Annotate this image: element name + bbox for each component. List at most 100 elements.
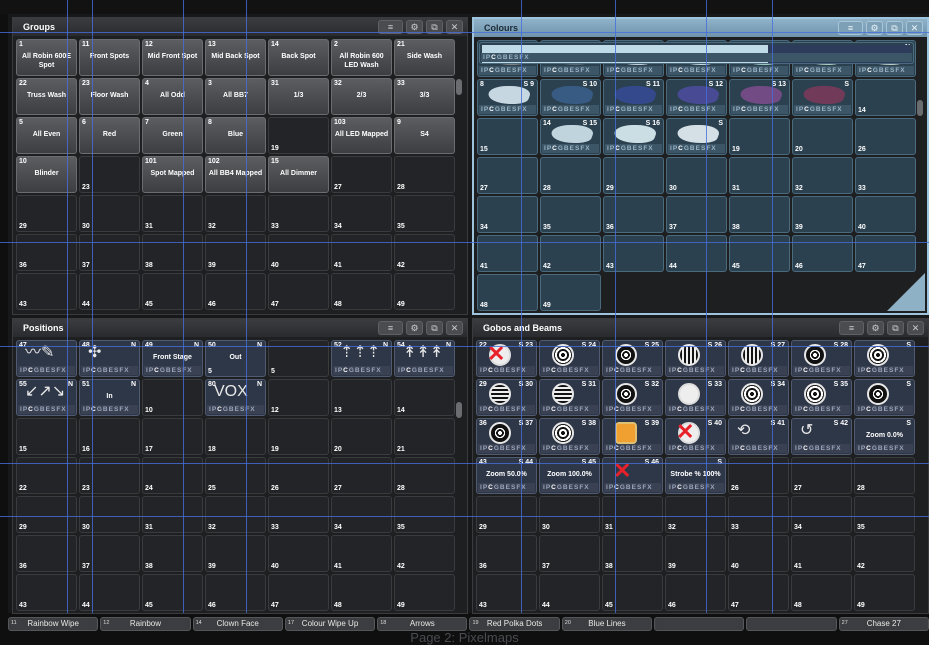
gobos-cell[interactable]: S 33 IPCGBESFX [665,379,726,416]
positions-cell[interactable]: 47 〰✎ IPCGBESFX [16,340,77,377]
colours-cell[interactable]: 35 [540,196,601,233]
positions-cell[interactable]: 48 [331,574,392,611]
groups-cell[interactable]: 42 [394,234,455,271]
colours-cell[interactable]: 34 [477,196,538,233]
positions-cell[interactable]: 36 [16,535,77,572]
playback-button[interactable] [654,617,745,631]
list-icon[interactable]: ≡ [378,20,403,34]
gobos-cell[interactable]: 44 [539,574,600,611]
colours-cell[interactable]: 47 [855,235,916,272]
gobos-cell[interactable]: S Zoom 0.0% IPCGBESFX [854,418,915,455]
groups-cell[interactable]: 13 Mid Back Spot [205,39,266,76]
gobos-cell[interactable]: 36 [476,535,537,572]
positions-cell[interactable]: 33 [268,496,329,533]
playback-button[interactable]: 12 Rainbow [100,617,191,631]
positions-cell[interactable]: 22 [16,457,77,494]
groups-cell[interactable]: 43 [16,273,77,310]
colours-cell[interactable]: 49 [540,274,601,311]
gear-icon[interactable]: ⚙ [406,20,423,34]
gobos-cell[interactable]: S 41 ⟲ IPCGBESFX [728,418,789,455]
colours-cell[interactable]: 38 [729,196,790,233]
colours-cell[interactable]: 40 [855,196,916,233]
positions-cell[interactable]: 24 [142,457,203,494]
gobos-cell[interactable]: S IPCGBESFX [854,379,915,416]
gobos-cell[interactable]: S 25 IPCGBESFX [602,340,663,377]
gobos-cell[interactable]: 35 [854,496,915,533]
layout-icon[interactable]: ⧉ [426,321,443,335]
colours-cell[interactable]: 44 [666,235,727,272]
groups-cell[interactable]: 21 Side Wash [394,39,455,76]
colours-cell[interactable]: 30 [666,157,727,194]
gobos-cell[interactable]: 37 [539,535,600,572]
groups-cell[interactable]: 3 All BB7 [205,78,266,115]
colours-cell[interactable]: S 10 IPCGBESFX [540,79,601,116]
groups-cell[interactable]: 34 [331,195,392,232]
gobos-cell[interactable]: 43 S 44 Zoom 50.0% IPCGBESFX [476,457,537,494]
groups-cell[interactable]: 40 [268,234,329,271]
gobos-cell[interactable]: S 34 IPCGBESFX [728,379,789,416]
gear-icon[interactable]: ⚙ [866,21,883,35]
colours-cell[interactable]: 26 [855,118,916,155]
gear-icon[interactable]: ⚙ [406,321,423,335]
colours-cell[interactable]: 20 [792,118,853,155]
positions-cell[interactable]: 5 [268,340,329,377]
positions-cell[interactable]: 49 N Front Stage IPCGBESFX [142,340,203,377]
gear-icon[interactable]: ⚙ [867,321,884,335]
layout-icon[interactable]: ⧉ [886,21,903,35]
groups-cell[interactable]: 30 [79,195,140,232]
list-icon[interactable]: ≡ [378,321,403,335]
list-icon[interactable]: ≡ [838,21,863,35]
colours-cell[interactable]: 39 [792,196,853,233]
groups-cell[interactable]: 103 All LED Mapped [331,117,392,154]
gobos-cell[interactable]: 42 [854,535,915,572]
gobos-cell[interactable]: S 24 IPCGBESFX [539,340,600,377]
positions-cell[interactable]: 35 [394,496,455,533]
positions-cell[interactable]: 32 [205,496,266,533]
gobos-cell[interactable]: S 35 IPCGBESFX [791,379,852,416]
colours-cell[interactable]: 37 [666,196,727,233]
groups-cell[interactable]: 2 All Robin 600 LED Wash [331,39,392,76]
positions-cell[interactable]: 39 [205,535,266,572]
groups-cell[interactable]: 102 All BB4 Mapped [205,156,266,193]
gobos-cell[interactable]: S 27 IPCGBESFX [728,340,789,377]
groups-cell[interactable]: 19 [268,117,329,154]
groups-cell[interactable]: 33 3/3 [394,78,455,115]
positions-cell[interactable]: 44 [79,574,140,611]
groups-cell[interactable]: 33 [268,195,329,232]
gobos-cell[interactable]: 43 [476,574,537,611]
layout-icon[interactable]: ⧉ [426,20,443,34]
gobos-cell[interactable]: 41 [791,535,852,572]
groups-cell[interactable]: 14 Back Spot [268,39,329,76]
positions-cell[interactable]: 34 [331,496,392,533]
colours-cell[interactable]: 32 [792,157,853,194]
groups-cell[interactable]: 47 [268,273,329,310]
positions-cell[interactable]: 45 [142,574,203,611]
playback-button[interactable]: 20 Blue Lines [561,617,653,631]
colours-cell[interactable]: 45 [729,235,790,272]
positions-cell[interactable]: 41 [331,535,392,572]
groups-cell[interactable]: 37 [79,234,140,271]
positions-cell[interactable]: 49 [394,574,455,611]
gobos-cell[interactable]: S 31 IPCGBESFX [539,379,600,416]
positions-cell[interactable]: 80 N VOX IPCGBESFX [205,379,266,416]
groups-cell[interactable]: 32 2/3 [331,78,392,115]
positions-cell[interactable]: 47 [268,574,329,611]
gobos-cell[interactable]: S 28 IPCGBESFX [791,340,852,377]
scroll-handle[interactable] [456,79,462,95]
positions-cell[interactable]: 42 [394,535,455,572]
groups-cell[interactable]: 101 Spot Mapped [142,156,203,193]
playback-button[interactable]: 11 Rainbow Wipe [8,617,99,631]
groups-cell[interactable]: 49 [394,273,455,310]
groups-cell[interactable]: 44 [79,273,140,310]
gobos-cell[interactable]: 39 [665,535,726,572]
gobos-cell[interactable]: 29 S 30 IPCGBESFX [476,379,537,416]
positions-cell[interactable]: 46 [205,574,266,611]
positions-cell[interactable]: 50 5 N Out [205,340,266,377]
groups-cell[interactable]: 9 S4 [394,117,455,154]
gobos-cell[interactable]: 28 [854,457,915,494]
groups-cell[interactable]: 38 [142,234,203,271]
groups-cell[interactable]: 39 [205,234,266,271]
gobos-cell[interactable]: 27 [791,457,852,494]
positions-cell[interactable]: 19 [268,418,329,455]
groups-cell[interactable]: 36 [16,234,77,271]
